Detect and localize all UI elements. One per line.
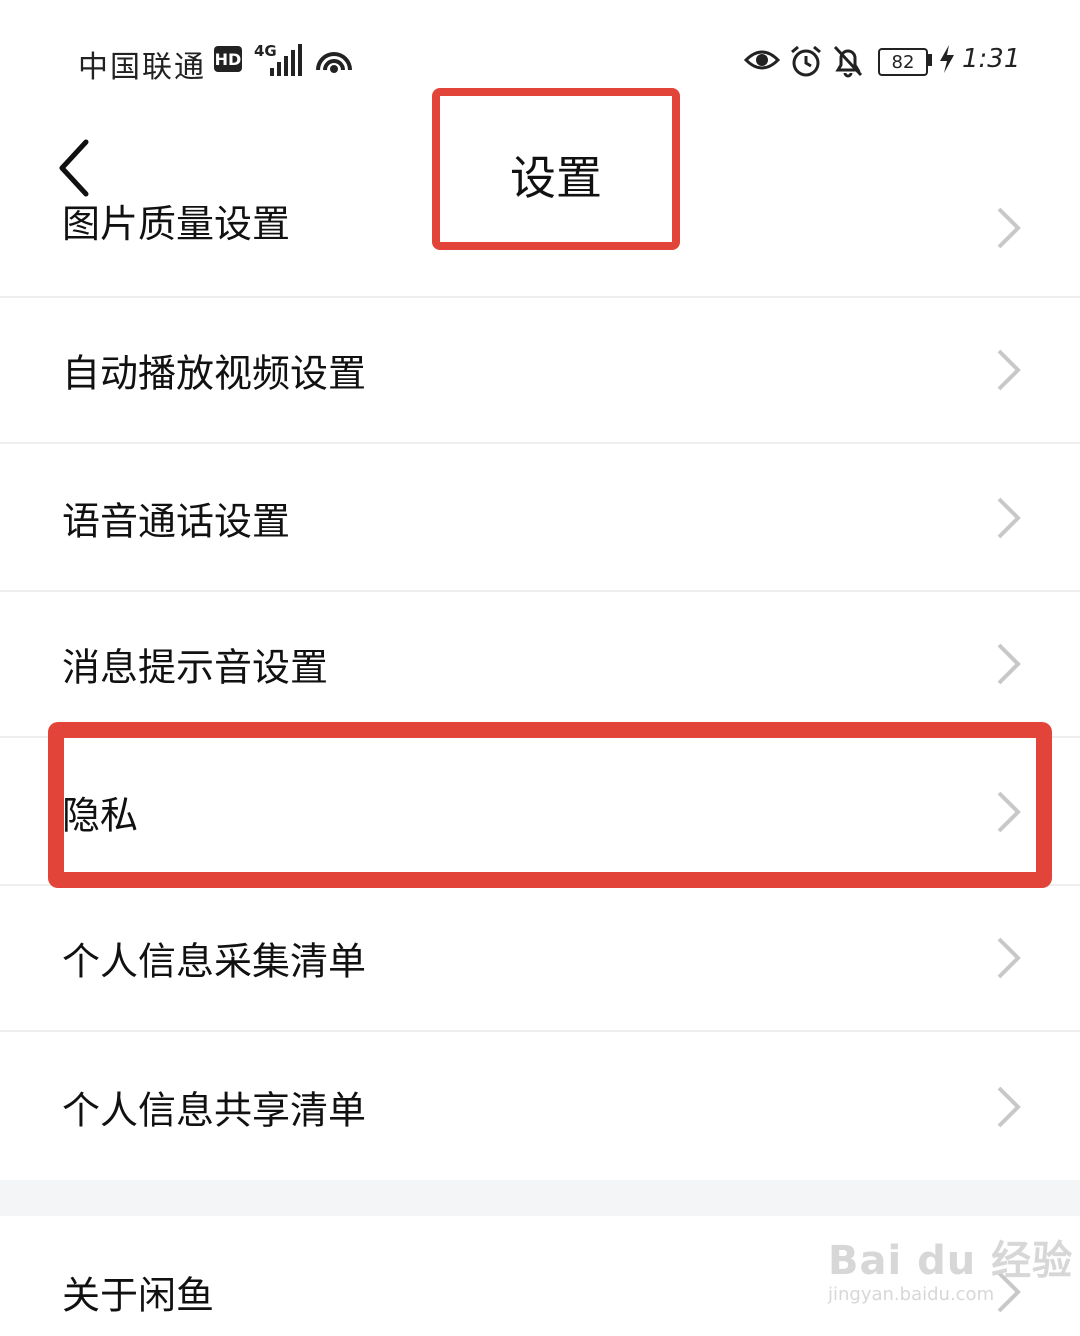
eye-icon <box>744 50 780 70</box>
section-separator <box>0 1180 1080 1216</box>
settings-item-label: 语音通话设置 <box>62 499 291 544</box>
chevron-right-icon <box>997 643 1021 685</box>
settings-item-label: 图片质量设置 <box>62 202 291 246</box>
settings-item-personal-info-sharing[interactable]: 个人信息共享清单 <box>0 1034 1080 1180</box>
hd-badge: HD <box>214 46 242 72</box>
battery-tip <box>928 54 932 66</box>
status-time: 1:31 <box>962 44 1021 74</box>
settings-item-label: 自动播放视频设置 <box>62 351 367 396</box>
settings-item-label: 关于闲鱼 <box>62 1273 215 1318</box>
chevron-right-icon <box>997 207 1021 249</box>
settings-item-autoplay-video[interactable]: 自动播放视频设置 <box>0 298 1080 444</box>
signal-icon <box>270 44 302 76</box>
settings-item-voice-call[interactable]: 语音通话设置 <box>0 446 1080 592</box>
battery-level: 82 <box>878 48 928 76</box>
baidu-watermark: Bai du 经验 jingyan.baidu.com <box>828 1228 1073 1305</box>
chevron-right-icon <box>997 349 1021 391</box>
settings-item-label: 消息提示音设置 <box>62 645 329 690</box>
settings-item-label: 个人信息采集清单 <box>62 939 367 984</box>
notification-off-icon <box>833 45 863 78</box>
chevron-right-icon <box>997 497 1021 539</box>
privacy-highlight-box <box>48 722 1052 888</box>
charging-icon <box>940 45 954 73</box>
page-title: 设置 <box>510 151 602 205</box>
watermark-text: Bai du 经验 <box>828 1238 1074 1284</box>
chevron-right-icon <box>997 1086 1021 1128</box>
alarm-icon <box>791 45 821 77</box>
carrier-name: 中国联通 <box>78 50 206 85</box>
settings-item-label: 个人信息共享清单 <box>62 1088 367 1133</box>
watermark-url: jingyan.baidu.com <box>828 1284 995 1305</box>
chevron-right-icon <box>997 937 1021 979</box>
settings-item-message-sound[interactable]: 消息提示音设置 <box>0 592 1080 738</box>
hotspot-icon <box>316 52 352 73</box>
title-highlight-box: 设置 <box>432 88 680 250</box>
settings-item-personal-info-collection[interactable]: 个人信息采集清单 <box>0 886 1080 1032</box>
